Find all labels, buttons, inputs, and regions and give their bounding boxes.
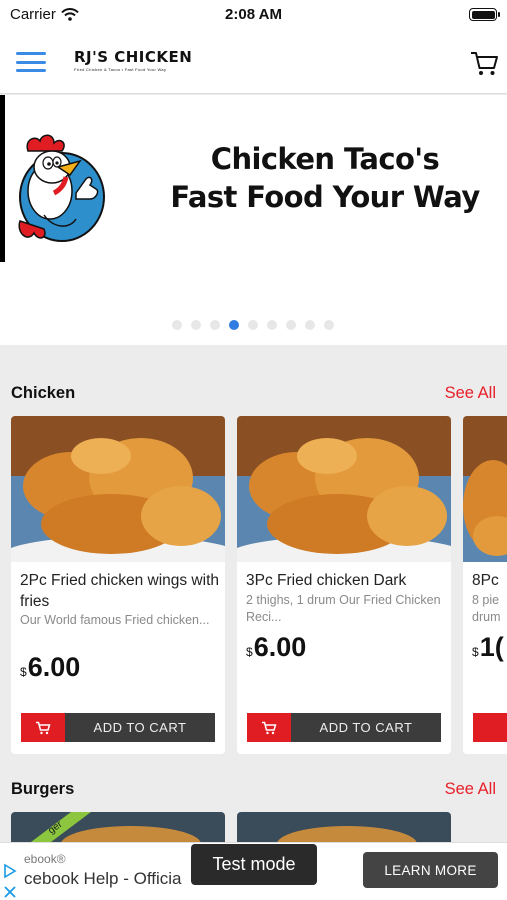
- price-value: 6.00: [27, 652, 81, 682]
- app-header: RJ'S CHICKEN Fried Chicken & Tacos • Fas…: [0, 30, 507, 94]
- product-price: $6.00: [20, 652, 80, 683]
- fried-chicken-image: [11, 416, 225, 576]
- price-currency: $: [472, 645, 479, 659]
- see-all-chicken-link[interactable]: See All: [445, 384, 496, 403]
- price-value: 6.00: [253, 632, 307, 662]
- ad-headline: cebook Help - Officia: [24, 869, 182, 888]
- price-value: 1(: [479, 632, 504, 662]
- product-card[interactable]: 3Pc Fried chicken Dark 2 thighs, 1 drum …: [237, 416, 451, 754]
- product-name: 8Pc: [472, 572, 499, 589]
- brand-tagline: Fried Chicken & Tacos • Fast Food Your W…: [74, 67, 167, 72]
- hero-line-1: Chicken Taco's: [210, 142, 440, 176]
- test-mode-badge: Test mode: [191, 844, 317, 885]
- fried-chicken-image: [463, 416, 507, 562]
- carousel-dot[interactable]: [172, 320, 182, 330]
- product-card[interactable]: 2Pc Fried chicken wings with fries Our W…: [11, 416, 225, 754]
- hamburger-menu-icon[interactable]: [16, 52, 46, 72]
- hero-slogan: Chicken Taco's Fast Food Your Way: [150, 140, 500, 216]
- burger-image: ger: [11, 812, 225, 862]
- product-price: $6.00: [246, 632, 306, 663]
- carousel-dots[interactable]: [172, 320, 334, 330]
- status-bar: Carrier 2:08 AM: [0, 0, 507, 30]
- add-to-cart-button[interactable]: [473, 713, 507, 742]
- carousel-dot[interactable]: [305, 320, 315, 330]
- brand-name: RJ'S CHICKEN: [74, 48, 193, 66]
- battery-icon: [469, 8, 500, 21]
- hero-line-2: Fast Food Your Way: [170, 180, 480, 214]
- burger-image: [237, 812, 451, 862]
- carousel-dot[interactable]: [191, 320, 201, 330]
- cart-icon: [36, 721, 51, 734]
- product-description: 8 pie drum: [472, 593, 501, 624]
- product-card[interactable]: 8Pc 8 pie drum $1(: [463, 416, 507, 754]
- add-to-cart-label: ADD TO CART: [93, 720, 187, 735]
- carousel-dot[interactable]: [210, 320, 220, 330]
- product-name: 3Pc Fried chicken Dark: [246, 572, 407, 589]
- learn-more-button[interactable]: LEARN MORE: [363, 852, 498, 888]
- ad-choices-icon[interactable]: [3, 863, 17, 899]
- brand-logo: RJ'S CHICKEN Fried Chicken & Tacos • Fas…: [74, 48, 192, 72]
- section-title-burgers: Burgers: [11, 780, 75, 798]
- hero-carousel[interactable]: Chicken Taco's Fast Food Your Way: [0, 95, 507, 345]
- product-name: 2Pc Fried chicken wings with fries: [20, 572, 219, 610]
- hero-side-bar: [0, 95, 5, 262]
- add-to-cart-button[interactable]: ADD TO CART: [21, 713, 215, 742]
- fried-chicken-image: [237, 416, 451, 576]
- price-currency: $: [20, 665, 27, 679]
- carousel-dot[interactable]: [324, 320, 334, 330]
- add-to-cart-button[interactable]: ADD TO CART: [247, 713, 441, 742]
- add-to-cart-label: ADD TO CART: [319, 720, 413, 735]
- carousel-dot[interactable]: [248, 320, 258, 330]
- carousel-dot[interactable]: [229, 320, 239, 330]
- see-all-burgers-link[interactable]: See All: [445, 780, 496, 799]
- carousel-dot[interactable]: [286, 320, 296, 330]
- ad-advertiser: ebook®: [24, 852, 66, 866]
- product-description: 2 thighs, 1 drum Our Fried Chicken Reci.…: [246, 593, 441, 624]
- price-currency: $: [246, 645, 253, 659]
- shopping-cart-icon[interactable]: [469, 48, 499, 78]
- product-price: $1(: [472, 632, 504, 663]
- status-time: 2:08 AM: [225, 6, 282, 23]
- cart-icon: [262, 721, 277, 734]
- rooster-mascot-logo: [18, 134, 105, 242]
- carousel-dot[interactable]: [267, 320, 277, 330]
- section-title-chicken: Chicken: [11, 384, 76, 402]
- product-description: Our World famous Fried chicken...: [20, 613, 210, 627]
